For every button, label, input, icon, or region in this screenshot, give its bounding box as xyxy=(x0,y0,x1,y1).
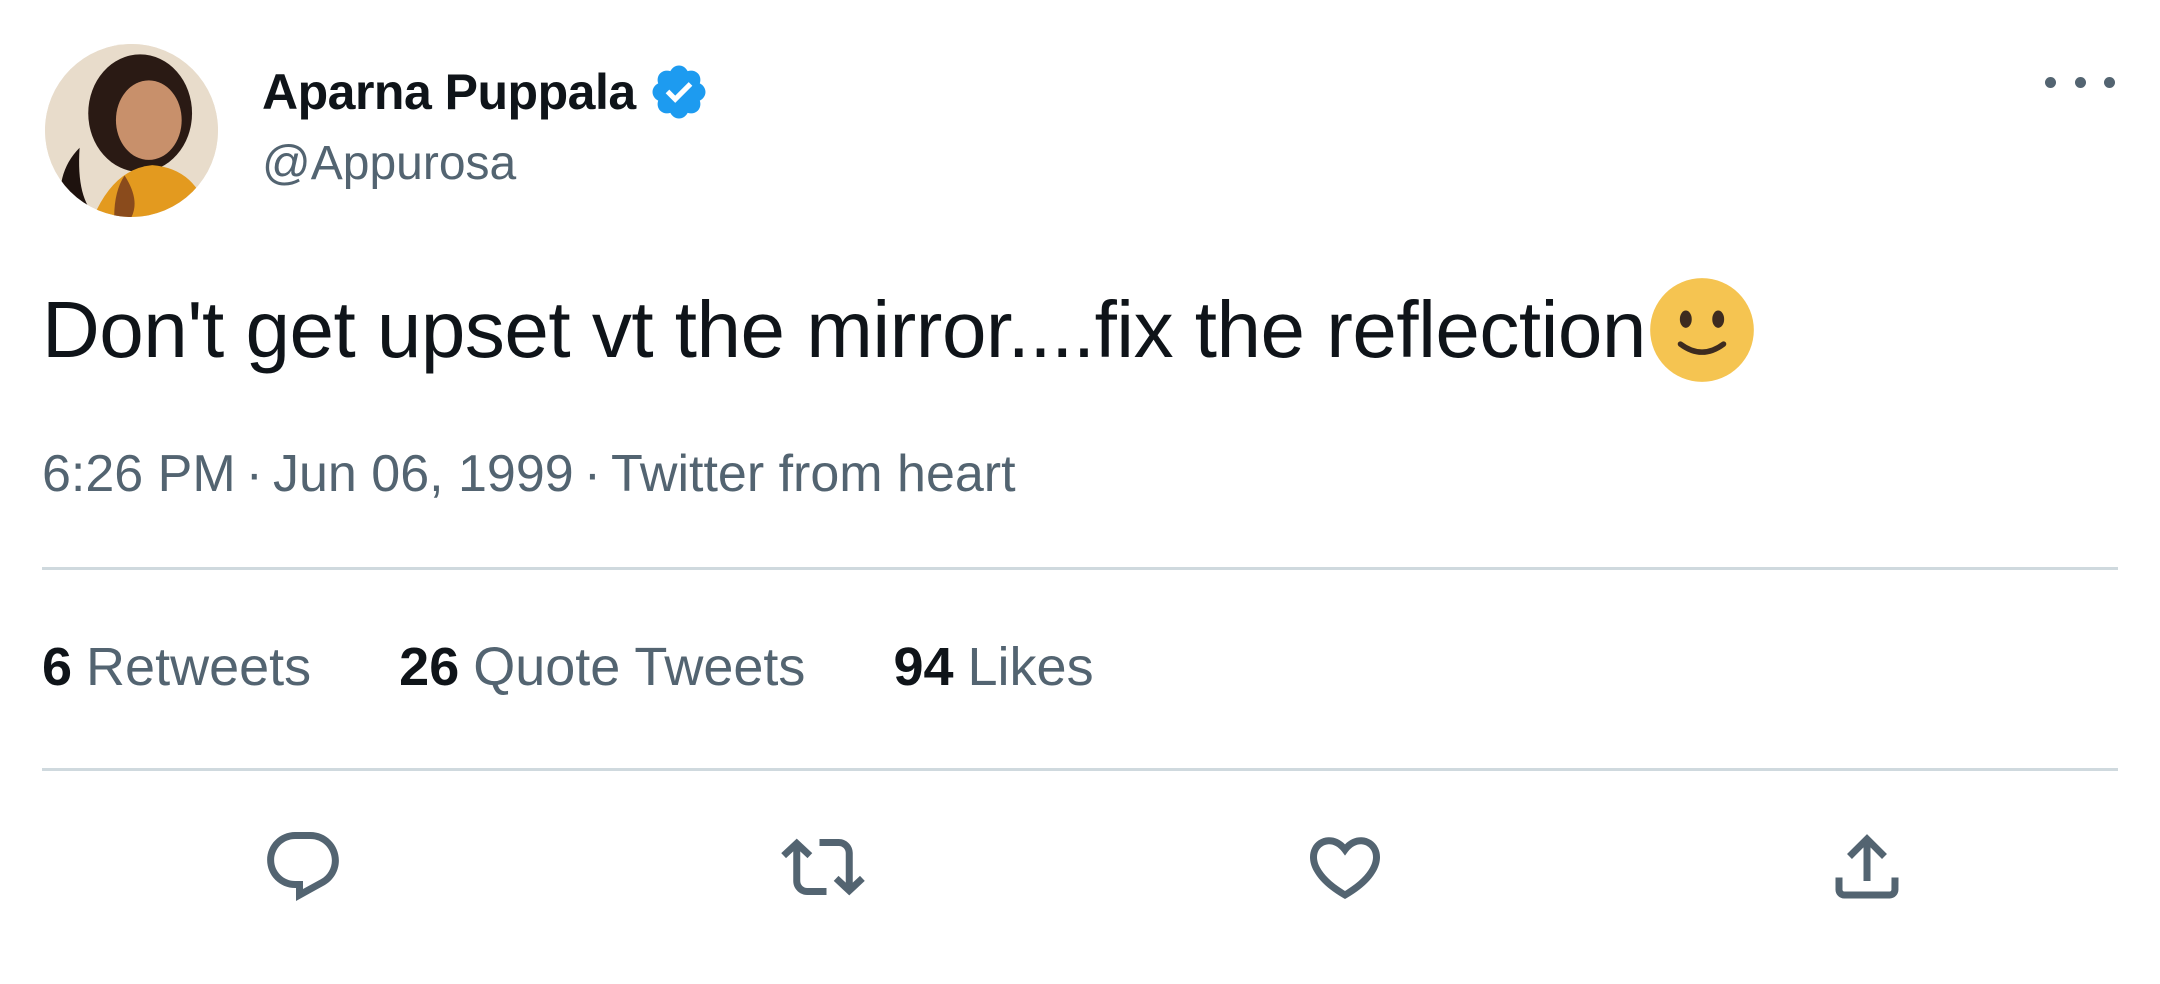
tweet-date[interactable]: Jun 06, 1999 xyxy=(273,445,574,503)
tweet-meta: 6:26 PM · Jun 06, 1999 · Twitter from heart xyxy=(42,448,1016,500)
likes-stat[interactable]: 94 Likes xyxy=(893,640,1093,694)
retweets-stat[interactable]: 6 Retweets xyxy=(42,640,311,694)
quote-tweets-stat[interactable]: 26 Quote Tweets xyxy=(399,640,805,694)
tweet-text-body: Don't get upset vt the mirror....fix the… xyxy=(42,285,1646,374)
tweet-text: Don't get upset vt the mirror....fix the… xyxy=(42,276,1756,384)
tweet-source[interactable]: Twitter from heart xyxy=(611,445,1016,503)
likes-label: Likes xyxy=(967,637,1094,697)
tweet-card: Aparna Puppala @Appurosa Don't get upset… xyxy=(0,0,2160,984)
retweets-count: 6 xyxy=(42,637,73,697)
tweet-stats: 6 Retweets 26 Quote Tweets 94 Likes xyxy=(42,640,1182,694)
avatar[interactable] xyxy=(45,44,218,217)
author-name-row: Aparna Puppala xyxy=(262,60,710,124)
retweets-label: Retweets xyxy=(86,637,312,697)
slightly-smiling-face-icon xyxy=(1648,276,1756,384)
share-button[interactable] xyxy=(1822,822,1912,912)
reply-button[interactable] xyxy=(258,822,348,912)
like-button[interactable] xyxy=(1300,822,1390,912)
likes-count: 94 xyxy=(893,637,954,697)
verified-badge-icon xyxy=(648,61,710,123)
avatar-image xyxy=(45,44,218,217)
quote-tweets-label: Quote Tweets xyxy=(473,637,806,697)
quote-tweets-count: 26 xyxy=(399,637,460,697)
meta-separator: · xyxy=(245,445,263,503)
tweet-actions xyxy=(0,822,2160,912)
author-handle[interactable]: @Appurosa xyxy=(262,140,516,188)
reply-icon xyxy=(267,832,339,901)
author-display-name[interactable]: Aparna Puppala xyxy=(262,67,636,117)
meta-separator: · xyxy=(583,445,602,503)
more-horizontal-icon[interactable] xyxy=(2045,62,2115,102)
tweet-time[interactable]: 6:26 PM xyxy=(42,445,236,503)
divider xyxy=(42,768,2118,771)
share-icon xyxy=(1835,834,1899,899)
retweet-button[interactable] xyxy=(778,822,868,912)
heart-icon xyxy=(1309,837,1381,900)
retweet-icon xyxy=(781,838,865,896)
divider xyxy=(42,567,2118,570)
